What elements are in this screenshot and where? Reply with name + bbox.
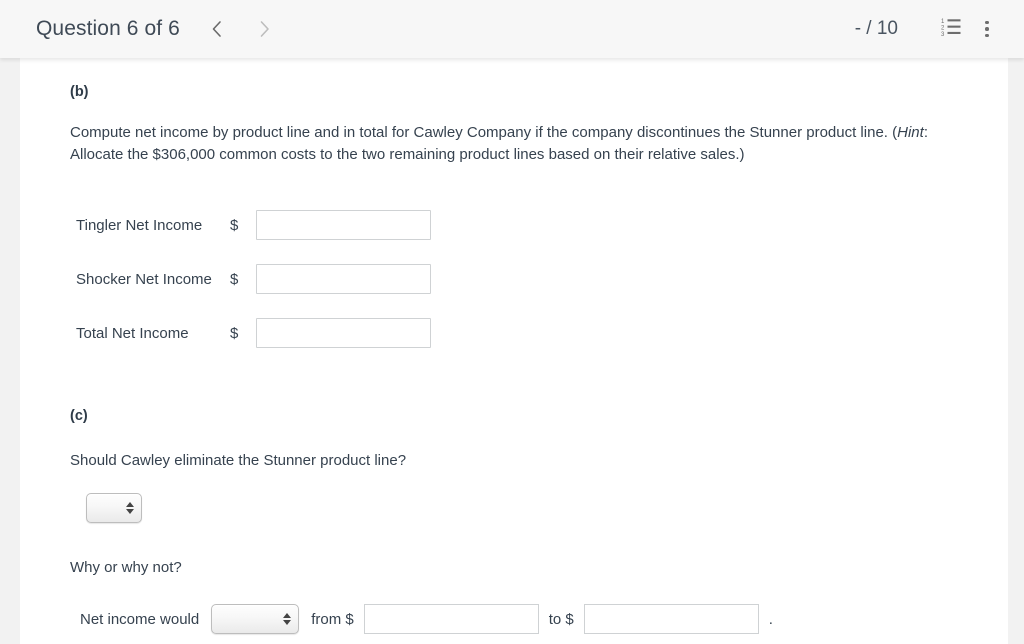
prompt-text-before-hint: Compute net income by product line and i… bbox=[70, 124, 898, 141]
currency-symbol: $ bbox=[230, 324, 239, 342]
currency-symbol: $ bbox=[230, 270, 239, 288]
table-row: Shocker Net Income $ bbox=[50, 252, 974, 306]
page-background: (b) Compute net income by product line a… bbox=[0, 58, 1024, 644]
row-label-shocker: Shocker Net Income bbox=[76, 270, 212, 288]
part-c-label: (c) bbox=[70, 408, 88, 424]
svg-text:1: 1 bbox=[941, 19, 945, 25]
from-amount-input[interactable] bbox=[363, 604, 539, 634]
chevron-left-icon bbox=[210, 20, 223, 38]
part-b-prompt: Compute net income by product line and i… bbox=[70, 122, 974, 166]
part-b-label: (b) bbox=[70, 84, 89, 100]
next-question-button[interactable] bbox=[254, 15, 276, 43]
net-income-input-rows: Tingler Net Income $ Shocker Net Income … bbox=[50, 198, 974, 360]
net-income-would-label: Net income would bbox=[80, 610, 200, 628]
part-c-section: (c) Should Cawley eliminate the Stunner … bbox=[50, 408, 974, 634]
previous-question-button[interactable] bbox=[206, 15, 228, 43]
shocker-net-income-input[interactable] bbox=[256, 264, 431, 294]
part-c-question: Should Cawley eliminate the Stunner prod… bbox=[70, 452, 407, 469]
more-options-button[interactable] bbox=[972, 14, 1002, 44]
decision-select-wrapper: YesNo bbox=[86, 493, 974, 523]
kebab-menu-icon bbox=[985, 20, 989, 38]
question-list-button[interactable]: 1 2 3 bbox=[936, 14, 966, 44]
question-card: (b) Compute net income by product line a… bbox=[20, 58, 1008, 644]
to-amount-label: to $ bbox=[548, 610, 574, 628]
svg-text:2: 2 bbox=[941, 26, 945, 32]
app-header: Question 6 of 6 - / 10 1 2 3 bbox=[0, 0, 1024, 58]
page-title: Question 6 of 6 bbox=[36, 17, 180, 40]
score-display: - / 10 bbox=[854, 18, 898, 39]
why-or-why-not-label: Why or why not? bbox=[70, 559, 182, 576]
ordered-list-icon: 1 2 3 bbox=[941, 17, 962, 41]
sentence-period: . bbox=[768, 610, 773, 628]
decision-select-container: YesNo bbox=[86, 493, 142, 523]
net-income-direction-select[interactable]: increasedecrease bbox=[211, 604, 300, 634]
direction-select-container: increasedecrease bbox=[211, 604, 300, 634]
svg-text:3: 3 bbox=[941, 32, 945, 36]
part-b-section: (b) Compute net income by product line a… bbox=[50, 84, 974, 360]
row-label-total: Total Net Income bbox=[76, 324, 189, 342]
from-amount-label: from $ bbox=[311, 610, 354, 628]
eliminate-decision-select[interactable]: YesNo bbox=[86, 493, 142, 523]
chevron-right-icon bbox=[258, 20, 271, 38]
question-navigation bbox=[206, 15, 276, 43]
net-income-change-row: Net income would increasedecrease from $… bbox=[80, 604, 974, 634]
to-amount-input[interactable] bbox=[583, 604, 759, 634]
total-net-income-input[interactable] bbox=[256, 318, 431, 348]
tingler-net-income-input[interactable] bbox=[256, 210, 431, 240]
currency-symbol: $ bbox=[230, 216, 239, 234]
hint-word: Hint bbox=[897, 124, 924, 141]
row-label-tingler: Tingler Net Income bbox=[76, 216, 203, 234]
table-row: Total Net Income $ bbox=[50, 306, 974, 360]
table-row: Tingler Net Income $ bbox=[50, 198, 974, 252]
